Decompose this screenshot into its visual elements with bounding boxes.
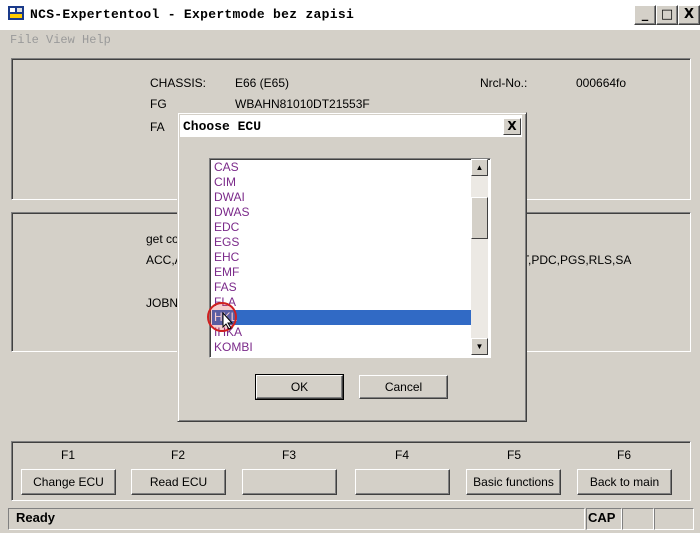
- basic-functions-button[interactable]: Basic functions: [466, 469, 561, 495]
- list-item[interactable]: DWAI: [212, 190, 474, 205]
- chassis-value: E66 (E65): [235, 76, 290, 90]
- list-item[interactable]: EMF: [212, 265, 474, 280]
- f6-label: F6: [616, 448, 631, 462]
- get-coding-label: get co: [146, 232, 179, 246]
- status-text: Ready: [16, 510, 56, 525]
- list-item[interactable]: CAS: [212, 160, 474, 175]
- menu-help[interactable]: Help: [82, 33, 111, 47]
- scroll-down-icon[interactable]: ▼: [471, 338, 488, 355]
- status-pane: [8, 508, 585, 530]
- list-item[interactable]: CIM: [212, 175, 474, 190]
- cap-indicator: CAP: [588, 510, 616, 525]
- scroll-up-icon[interactable]: ▲: [471, 159, 488, 176]
- menu-file[interactable]: File: [10, 33, 39, 47]
- list-item[interactable]: EGS: [212, 235, 474, 250]
- f5-label: F5: [506, 448, 521, 462]
- list-item[interactable]: IHKA: [212, 325, 474, 340]
- f4-button[interactable]: [355, 469, 450, 495]
- app-icon: [8, 6, 24, 20]
- list-item[interactable]: FAS: [212, 280, 474, 295]
- dialog-close-button[interactable]: X: [503, 118, 521, 135]
- list-item[interactable]: EDC: [212, 220, 474, 235]
- change-ecu-button[interactable]: Change ECU: [21, 469, 116, 495]
- f2-label: F2: [170, 448, 185, 462]
- scrl-pane: [654, 508, 694, 530]
- mouse-cursor-icon: [222, 311, 234, 333]
- list-item[interactable]: KOMBI: [212, 340, 474, 355]
- chassis-label: CHASSIS:: [150, 76, 207, 90]
- list-item[interactable]: EHC: [212, 250, 474, 265]
- f4-label: F4: [394, 448, 409, 462]
- menu-view[interactable]: View: [46, 33, 75, 47]
- f1-label: F1: [60, 448, 75, 462]
- nrcl-label: Nrcl-No.:: [480, 76, 528, 90]
- list-scrollbar[interactable]: ▲ ▼: [471, 159, 488, 355]
- num-pane: [622, 508, 654, 530]
- f3-label: F3: [281, 448, 296, 462]
- fg-label: FG: [150, 97, 167, 111]
- read-ecu-button[interactable]: Read ECU: [131, 469, 226, 495]
- f3-button[interactable]: [242, 469, 337, 495]
- fa-label: FA: [150, 120, 165, 134]
- list-item-selected[interactable]: HKL: [212, 310, 474, 325]
- back-to-main-button[interactable]: Back to main: [577, 469, 672, 495]
- nrcl-value: 000664fo: [576, 76, 627, 90]
- dialog-title: Choose ECU: [183, 119, 262, 134]
- list-item[interactable]: FLA: [212, 295, 474, 310]
- ok-button[interactable]: OK: [255, 374, 344, 400]
- acc-tail-text: T,PDC,PGS,RLS,SA: [522, 253, 632, 267]
- ecu-listbox[interactable]: CAS CIM DWAI DWAS EDC EGS EHC EMF FAS FL…: [209, 158, 491, 358]
- cancel-button[interactable]: Cancel: [359, 375, 448, 399]
- maximize-button[interactable]: □: [656, 5, 678, 25]
- window-title: NCS-Expertentool - Expertmode bez zapisi: [30, 7, 355, 22]
- list-item[interactable]: DWAS: [212, 205, 474, 220]
- minimize-button[interactable]: _: [634, 5, 656, 25]
- close-button[interactable]: X: [678, 5, 700, 25]
- fg-value: WBAHN81010DT21553F: [235, 97, 370, 111]
- scrollbar-thumb[interactable]: [471, 197, 488, 239]
